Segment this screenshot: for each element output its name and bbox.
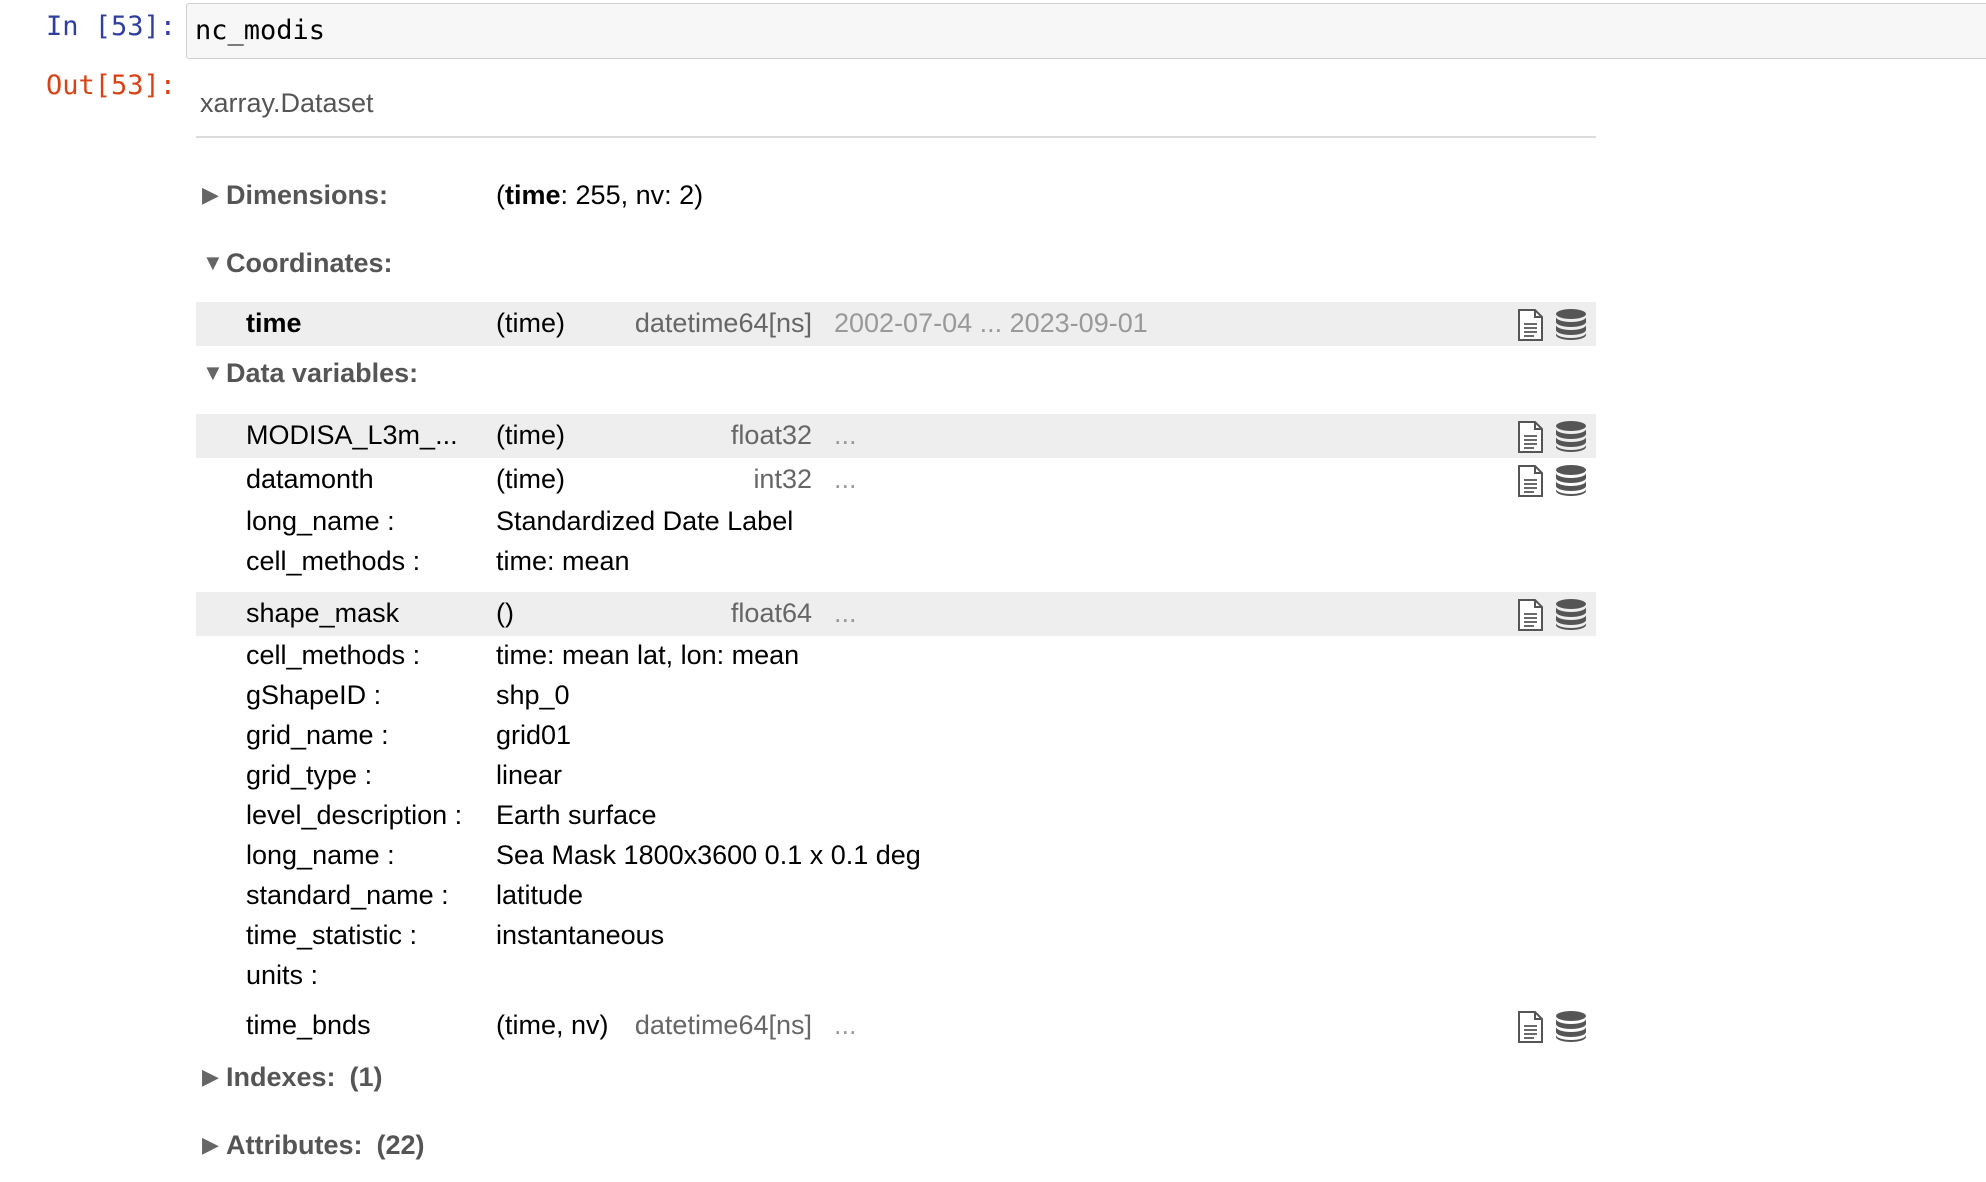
section-indexes[interactable]: ▶ Indexes: (1) bbox=[202, 1062, 383, 1093]
attr-key: grid_name : bbox=[246, 720, 389, 750]
attr-value: linear bbox=[496, 760, 563, 790]
attr-value: latitude bbox=[496, 880, 584, 910]
file-text-icon[interactable] bbox=[1516, 309, 1544, 341]
indexes-count: (1) bbox=[349, 1062, 383, 1092]
file-text-icon[interactable] bbox=[1516, 1011, 1544, 1043]
dataset-type-label: xarray.Dataset bbox=[200, 88, 374, 118]
section-coordinates[interactable]: ▼Coordinates: bbox=[202, 248, 393, 279]
section-data-variables[interactable]: ▼Data variables: bbox=[202, 358, 418, 389]
attr-value: time: mean lat, lon: mean bbox=[496, 640, 800, 670]
var-dims: (time) bbox=[496, 464, 565, 494]
database-icon[interactable] bbox=[1554, 464, 1588, 496]
attr-value: instantaneous bbox=[496, 920, 665, 950]
expand-triangle-icon[interactable]: ▶ bbox=[202, 182, 226, 208]
expand-triangle-icon[interactable]: ▶ bbox=[202, 1064, 226, 1090]
var-dtype: float64 bbox=[730, 598, 812, 628]
attr-key: cell_methods : bbox=[246, 546, 421, 576]
data-var-row[interactable]: datamonth (time) int32 ... bbox=[196, 458, 1596, 502]
file-text-icon[interactable] bbox=[1516, 465, 1544, 497]
attr-value: time: mean bbox=[496, 546, 630, 576]
attr-value: shp_0 bbox=[496, 680, 570, 710]
data-var-row[interactable]: shape_mask () float64 ... bbox=[196, 592, 1596, 636]
var-preview: ... bbox=[834, 1010, 857, 1040]
var-preview: 2002-07-04 ... 2023-09-01 bbox=[834, 308, 1148, 338]
coord-row-time[interactable]: time (time) datetime64[ns] 2002-07-04 ..… bbox=[196, 302, 1596, 346]
var-dtype: float32 bbox=[730, 420, 812, 450]
attr-key: units : bbox=[246, 960, 319, 990]
var-dtype: datetime64[ns] bbox=[634, 308, 812, 338]
section-attributes[interactable]: ▶ Attributes: (22) bbox=[202, 1130, 425, 1161]
attr-value: Earth surface bbox=[496, 800, 657, 830]
var-name: MODISA_L3m_... bbox=[246, 420, 458, 450]
attr-key: cell_methods : bbox=[246, 640, 421, 670]
expand-triangle-icon[interactable]: ▶ bbox=[202, 1132, 226, 1158]
attr-key: standard_name : bbox=[246, 880, 449, 910]
section-dimensions[interactable]: ▶ Dimensions: bbox=[202, 180, 388, 211]
file-text-icon[interactable] bbox=[1516, 421, 1544, 453]
data-var-row[interactable]: MODISA_L3m_... (time) float32 ... bbox=[196, 414, 1596, 458]
database-icon[interactable] bbox=[1554, 420, 1588, 452]
var-preview: ... bbox=[834, 598, 857, 628]
attr-value: grid01 bbox=[496, 720, 572, 750]
var-name: datamonth bbox=[246, 464, 374, 494]
var-name: time_bnds bbox=[246, 1010, 371, 1040]
attr-value: Sea Mask 1800x3600 0.1 x 0.1 deg bbox=[496, 840, 921, 870]
database-icon[interactable] bbox=[1554, 308, 1588, 340]
var-dtype: datetime64[ns] bbox=[634, 1010, 812, 1040]
attr-value: Standardized Date Label bbox=[496, 506, 794, 536]
file-text-icon[interactable] bbox=[1516, 599, 1544, 631]
code-cell-input[interactable]: nc_modis bbox=[186, 3, 1986, 59]
var-preview: ... bbox=[834, 420, 857, 450]
var-dims: (time) bbox=[496, 420, 565, 450]
attr-key: time_statistic : bbox=[246, 920, 418, 950]
attributes-count: (22) bbox=[376, 1130, 425, 1160]
attr-key: grid_type : bbox=[246, 760, 373, 790]
attr-key: gShapeID : bbox=[246, 680, 382, 710]
input-prompt: In [53]: bbox=[45, 11, 176, 42]
var-name: time bbox=[246, 308, 302, 338]
data-var-row[interactable]: time_bnds (time, nv) datetime64[ns] ... bbox=[196, 1004, 1596, 1048]
attr-key: long_name : bbox=[246, 506, 395, 536]
output-prompt: Out[53]: bbox=[45, 70, 176, 101]
var-preview: ... bbox=[834, 464, 857, 494]
collapse-triangle-icon[interactable]: ▼ bbox=[202, 360, 226, 386]
var-dims: () bbox=[496, 598, 514, 628]
database-icon[interactable] bbox=[1554, 598, 1588, 630]
code-text[interactable]: nc_modis bbox=[195, 15, 325, 46]
var-dims: (time, nv) bbox=[496, 1010, 609, 1040]
attr-key: level_description : bbox=[246, 800, 463, 830]
dimensions-value: (time: 255, nv: 2) bbox=[496, 180, 704, 210]
database-icon[interactable] bbox=[1554, 1010, 1588, 1042]
header-divider bbox=[196, 136, 1596, 138]
collapse-triangle-icon[interactable]: ▼ bbox=[202, 250, 226, 276]
attr-key: long_name : bbox=[246, 840, 395, 870]
var-dims: (time) bbox=[496, 308, 565, 338]
var-dtype: int32 bbox=[753, 464, 812, 494]
var-name: shape_mask bbox=[246, 598, 400, 628]
